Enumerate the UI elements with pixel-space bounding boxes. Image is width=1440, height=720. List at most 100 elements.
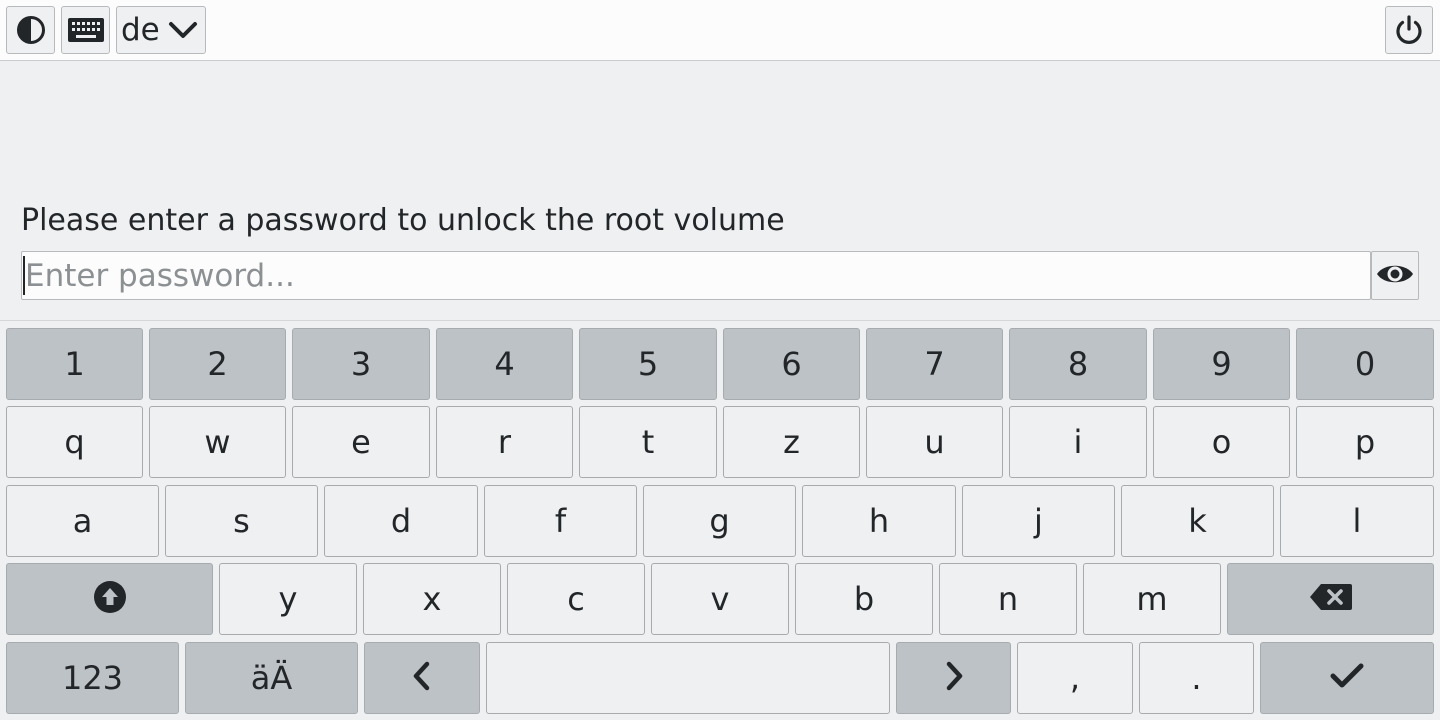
key-8[interactable]: 8 bbox=[1009, 328, 1147, 400]
key-g[interactable]: g bbox=[643, 485, 796, 557]
key-m[interactable]: m bbox=[1083, 563, 1221, 635]
key-z[interactable]: z bbox=[723, 406, 860, 478]
cursor-left-key[interactable] bbox=[364, 642, 480, 714]
key-q[interactable]: q bbox=[6, 406, 143, 478]
cursor-right-key[interactable] bbox=[896, 642, 1011, 714]
key-n[interactable]: n bbox=[939, 563, 1077, 635]
key-9[interactable]: 9 bbox=[1153, 328, 1290, 400]
key-e[interactable]: e bbox=[292, 406, 430, 478]
key-1[interactable]: 1 bbox=[6, 328, 143, 400]
key-label: , bbox=[1069, 659, 1081, 697]
key-label: i bbox=[1073, 423, 1083, 461]
key-label: x bbox=[422, 580, 442, 618]
language-value: de bbox=[121, 11, 160, 48]
key-d[interactable]: d bbox=[324, 485, 478, 557]
key-r[interactable]: r bbox=[436, 406, 573, 478]
key-label: e bbox=[351, 423, 371, 461]
key-6[interactable]: 6 bbox=[723, 328, 860, 400]
key-2[interactable]: 2 bbox=[149, 328, 286, 400]
key-label: 5 bbox=[637, 345, 659, 383]
top-bar: de bbox=[0, 0, 1440, 61]
key-0[interactable]: 0 bbox=[1296, 328, 1434, 400]
check-icon bbox=[1329, 662, 1365, 695]
keyboard-button[interactable] bbox=[61, 6, 110, 54]
key-label: 3 bbox=[350, 345, 372, 383]
key-label: 6 bbox=[781, 345, 802, 383]
key-label: q bbox=[64, 423, 85, 461]
key-label: j bbox=[1034, 502, 1043, 540]
power-icon bbox=[1393, 14, 1425, 46]
keyboard-icon bbox=[67, 18, 104, 42]
key-label: a bbox=[72, 502, 93, 540]
key-label: v bbox=[710, 580, 730, 618]
key-label: y bbox=[278, 580, 298, 618]
key-label: f bbox=[554, 502, 567, 540]
key-x[interactable]: x bbox=[363, 563, 501, 635]
key-label: 9 bbox=[1211, 345, 1232, 383]
key-label: w bbox=[204, 423, 231, 461]
enter-key[interactable] bbox=[1260, 642, 1434, 714]
key-c[interactable]: c bbox=[507, 563, 645, 635]
key-u[interactable]: u bbox=[866, 406, 1003, 478]
key-label: b bbox=[853, 580, 875, 618]
key-label: k bbox=[1188, 502, 1207, 540]
key-7[interactable]: 7 bbox=[866, 328, 1003, 400]
power-button[interactable] bbox=[1385, 6, 1433, 54]
numbers-key[interactable]: 123 bbox=[6, 642, 179, 714]
key-label: m bbox=[1136, 580, 1168, 618]
contrast-button[interactable] bbox=[6, 6, 55, 54]
chevron-right-icon bbox=[943, 660, 965, 697]
key-label: c bbox=[567, 580, 585, 618]
key-3[interactable]: 3 bbox=[292, 328, 430, 400]
on-screen-keyboard: 1 2 3 4 5 6 7 8 9 0 q w e r t z u i o p … bbox=[0, 320, 1440, 720]
key-4[interactable]: 4 bbox=[436, 328, 573, 400]
key-p[interactable]: p bbox=[1296, 406, 1434, 478]
key-i[interactable]: i bbox=[1009, 406, 1147, 478]
key-label: 2 bbox=[207, 345, 228, 383]
key-label: 4 bbox=[494, 345, 515, 383]
key-v[interactable]: v bbox=[651, 563, 789, 635]
key-h[interactable]: h bbox=[802, 485, 956, 557]
key-b[interactable]: b bbox=[795, 563, 933, 635]
text-caret bbox=[23, 256, 25, 295]
shift-icon bbox=[93, 580, 127, 619]
key-k[interactable]: k bbox=[1121, 485, 1274, 557]
key-label: t bbox=[641, 423, 655, 461]
key-label: u bbox=[924, 423, 945, 461]
chevron-left-icon bbox=[411, 660, 433, 697]
shift-key[interactable] bbox=[6, 563, 213, 635]
key-s[interactable]: s bbox=[165, 485, 318, 557]
key-y[interactable]: y bbox=[219, 563, 357, 635]
key-l[interactable]: l bbox=[1280, 485, 1434, 557]
key-j[interactable]: j bbox=[962, 485, 1115, 557]
key-label: g bbox=[709, 502, 730, 540]
key-t[interactable]: t bbox=[579, 406, 717, 478]
key-w[interactable]: w bbox=[149, 406, 286, 478]
key-a[interactable]: a bbox=[6, 485, 159, 557]
key-label: 1 bbox=[64, 345, 85, 383]
key-label: 7 bbox=[924, 345, 945, 383]
space-key[interactable] bbox=[486, 642, 890, 714]
key-period[interactable]: . bbox=[1139, 642, 1254, 714]
key-5[interactable]: 5 bbox=[579, 328, 717, 400]
eye-icon bbox=[1376, 262, 1414, 290]
key-label: 8 bbox=[1067, 345, 1089, 383]
backspace-icon bbox=[1309, 583, 1353, 616]
umlaut-key[interactable]: äÄ bbox=[185, 642, 358, 714]
chevron-down-icon bbox=[168, 20, 198, 40]
show-password-button[interactable] bbox=[1371, 251, 1419, 300]
key-o[interactable]: o bbox=[1153, 406, 1290, 478]
key-label: o bbox=[1211, 423, 1232, 461]
key-label: h bbox=[868, 502, 890, 540]
contrast-icon bbox=[16, 15, 46, 45]
key-label: p bbox=[1354, 423, 1376, 461]
key-label: r bbox=[497, 423, 512, 461]
key-label: . bbox=[1191, 659, 1202, 697]
key-label: z bbox=[783, 423, 800, 461]
backspace-key[interactable] bbox=[1227, 563, 1434, 635]
password-input[interactable] bbox=[21, 251, 1371, 300]
key-comma[interactable]: , bbox=[1017, 642, 1133, 714]
language-select[interactable]: de bbox=[116, 6, 206, 54]
key-f[interactable]: f bbox=[484, 485, 637, 557]
key-label: s bbox=[233, 502, 250, 540]
